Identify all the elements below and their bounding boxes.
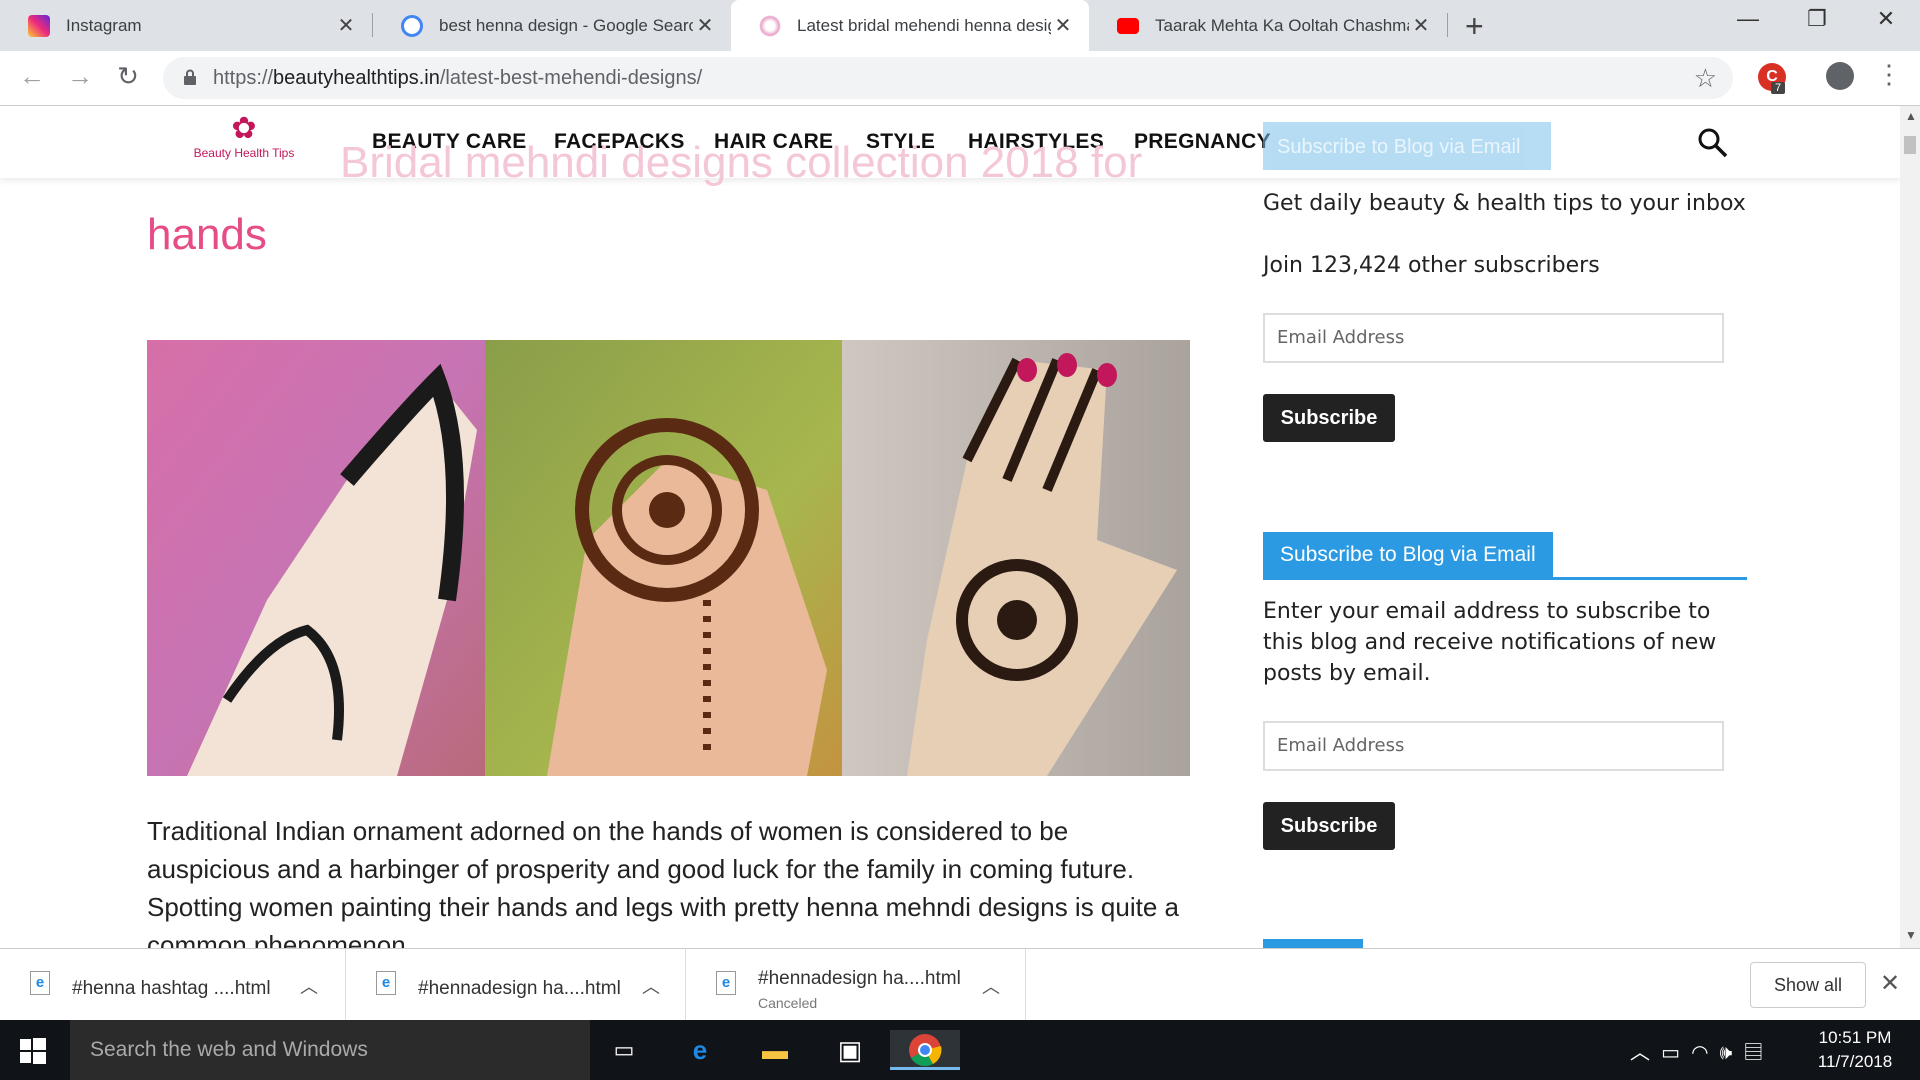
reload-icon[interactable]: ↻ xyxy=(110,61,146,92)
forward-icon[interactable]: → xyxy=(62,61,98,92)
download-item[interactable]: e #hennadesign ha....html ︿ xyxy=(346,949,686,1021)
download-filename: #hennadesign ha....html xyxy=(418,978,621,999)
edge-icon[interactable]: e xyxy=(680,1030,720,1070)
download-item[interactable]: e #henna hashtag ....html ︿ xyxy=(0,949,346,1021)
site-logo[interactable]: ✿ Beauty Health Tips xyxy=(184,112,304,170)
download-status: Canceled xyxy=(758,995,818,1011)
post-title: hands xyxy=(147,210,267,259)
logo-text: Beauty Health Tips xyxy=(193,146,295,160)
close-icon[interactable]: ✕ xyxy=(1409,13,1433,38)
subscribe-button[interactable]: Subscribe xyxy=(1263,394,1395,442)
chevron-up-icon[interactable]: ︿ xyxy=(982,973,1000,999)
tab-title: Instagram xyxy=(66,15,142,35)
minimize-icon[interactable]: — xyxy=(1728,6,1768,32)
close-icon[interactable]: ✕ xyxy=(1051,13,1075,38)
download-item[interactable]: e #hennadesign ha....html Canceled ︿ xyxy=(686,949,1026,1021)
youtube-icon xyxy=(1117,17,1139,34)
site-logo-icon xyxy=(759,14,781,37)
chevron-up-icon[interactable]: ︿ xyxy=(300,973,318,999)
chrome-icon[interactable] xyxy=(890,1030,960,1070)
tab-separator xyxy=(1447,13,1448,37)
clock-date: 11/7/2018 xyxy=(1817,1052,1893,1071)
search-icon[interactable] xyxy=(1696,126,1730,160)
restore-icon[interactable]: ❐ xyxy=(1797,6,1837,32)
lock-icon xyxy=(184,69,196,85)
tab-title: Taarak Mehta Ka Ooltah Chashmah xyxy=(1155,15,1409,35)
browser-toolbar: ← → ↻ https://beautyhealthtips.in/latest… xyxy=(0,51,1920,106)
taskbar-search-input[interactable]: Search the web and Windows xyxy=(70,1020,590,1080)
tab-instagram[interactable]: Instagram ✕ xyxy=(0,0,372,51)
download-filename: #hennadesign ha....html xyxy=(758,968,961,989)
scroll-thumb[interactable] xyxy=(1904,136,1916,154)
taskbar-clock[interactable]: 10:51 PM 11/7/2018 xyxy=(1800,1026,1910,1074)
store-icon[interactable]: ▣ xyxy=(830,1030,870,1070)
widget-description: Enter your email address to subscribe to… xyxy=(1263,599,1717,686)
widget-title-overlap: Subscribe to Blog via Email xyxy=(1263,122,1551,170)
subscribe-button-2[interactable]: Subscribe xyxy=(1263,802,1395,850)
kebab-menu-icon[interactable]: ⋮ xyxy=(1876,59,1902,90)
hero-henna-image[interactable] xyxy=(147,340,1190,776)
show-all-button[interactable]: Show all xyxy=(1750,962,1866,1008)
task-view-icon[interactable]: ▭ xyxy=(604,1030,644,1070)
tab-google-search[interactable]: best henna design - Google Search ✕ xyxy=(373,0,731,51)
download-shelf: e #henna hashtag ....html ︿ e #hennadesi… xyxy=(0,948,1920,1021)
windows-start-icon[interactable] xyxy=(20,1038,46,1064)
nav-pregnancy[interactable]: PREGNANCY xyxy=(1134,130,1271,154)
tab-title: Latest bridal mehendi henna designs xyxy=(797,15,1051,35)
html-file-icon: e xyxy=(716,971,736,995)
system-tray[interactable]: ︿ ▭ ◠ 🕪 ▤ xyxy=(1630,1036,1763,1065)
subscriber-count: Join 123,424 other subscribers xyxy=(1263,253,1600,278)
url-domain: beautyhealthtips.in xyxy=(273,67,440,89)
email-field-2[interactable]: Email Address xyxy=(1263,721,1724,771)
sidebar-tagline: Get daily beauty & health tips to your i… xyxy=(1263,191,1746,216)
close-icon[interactable]: ✕ xyxy=(1880,969,1900,998)
next-widget-header xyxy=(1263,939,1363,948)
chevron-up-icon[interactable]: ︿ xyxy=(642,973,660,999)
close-icon[interactable]: ✕ xyxy=(693,13,717,38)
download-filename: #henna hashtag ....html xyxy=(72,978,271,999)
url-path: /latest-best-mehendi-designs/ xyxy=(439,67,703,89)
url-scheme: https:// xyxy=(213,67,274,89)
lotus-logo-icon: ✿ xyxy=(231,112,257,145)
tab-title: best henna design - Google Search xyxy=(439,15,693,35)
bookmark-star-icon[interactable]: ☆ xyxy=(1694,63,1717,94)
profile-icon[interactable] xyxy=(1826,62,1854,90)
google-icon xyxy=(401,14,423,37)
file-explorer-icon[interactable]: ▬ xyxy=(755,1030,795,1070)
back-icon[interactable]: ← xyxy=(14,61,50,92)
post-title-overlap: Bridal mehndi designs collection 2018 fo… xyxy=(340,138,1143,187)
address-bar[interactable]: https://beautyhealthtips.in/latest-best-… xyxy=(163,57,1733,99)
extension-badge: 7 xyxy=(1771,82,1786,94)
page-viewport: ✿ Beauty Health Tips BEAUTY CARE FACEPAC… xyxy=(0,106,1900,948)
scroll-up-icon[interactable]: ▲ xyxy=(1905,109,1917,123)
tab-strip: Instagram ✕ best henna design - Google S… xyxy=(0,0,1920,51)
clock-time: 10:51 PM xyxy=(1818,1028,1892,1047)
html-file-icon: e xyxy=(376,971,396,995)
email-field[interactable]: Email Address xyxy=(1263,313,1724,363)
new-tab-button[interactable]: + xyxy=(1465,8,1484,45)
window-close-icon[interactable]: ✕ xyxy=(1866,6,1906,32)
html-file-icon: e xyxy=(30,971,50,995)
close-icon[interactable]: ✕ xyxy=(334,13,358,38)
post-body-text: Traditional Indian ornament adorned on t… xyxy=(147,816,1179,948)
widget-title: Subscribe to Blog via Email xyxy=(1263,532,1553,577)
windows-taskbar: Search the web and Windows ▭ e ▬ ▣ ︿ ▭ ◠… xyxy=(0,1020,1920,1080)
widget-header: Subscribe to Blog via Email xyxy=(1263,532,1747,580)
url-text: https://beautyhealthtips.in/latest-best-… xyxy=(213,67,702,90)
instagram-icon xyxy=(28,14,50,37)
vertical-scrollbar[interactable]: ▲ ▼ xyxy=(1900,106,1920,948)
tab-youtube[interactable]: Taarak Mehta Ka Ooltah Chashmah ✕ xyxy=(1089,0,1447,51)
scroll-down-icon[interactable]: ▼ xyxy=(1905,928,1917,942)
tab-mehendi[interactable]: Latest bridal mehendi henna designs ✕ xyxy=(731,0,1089,51)
